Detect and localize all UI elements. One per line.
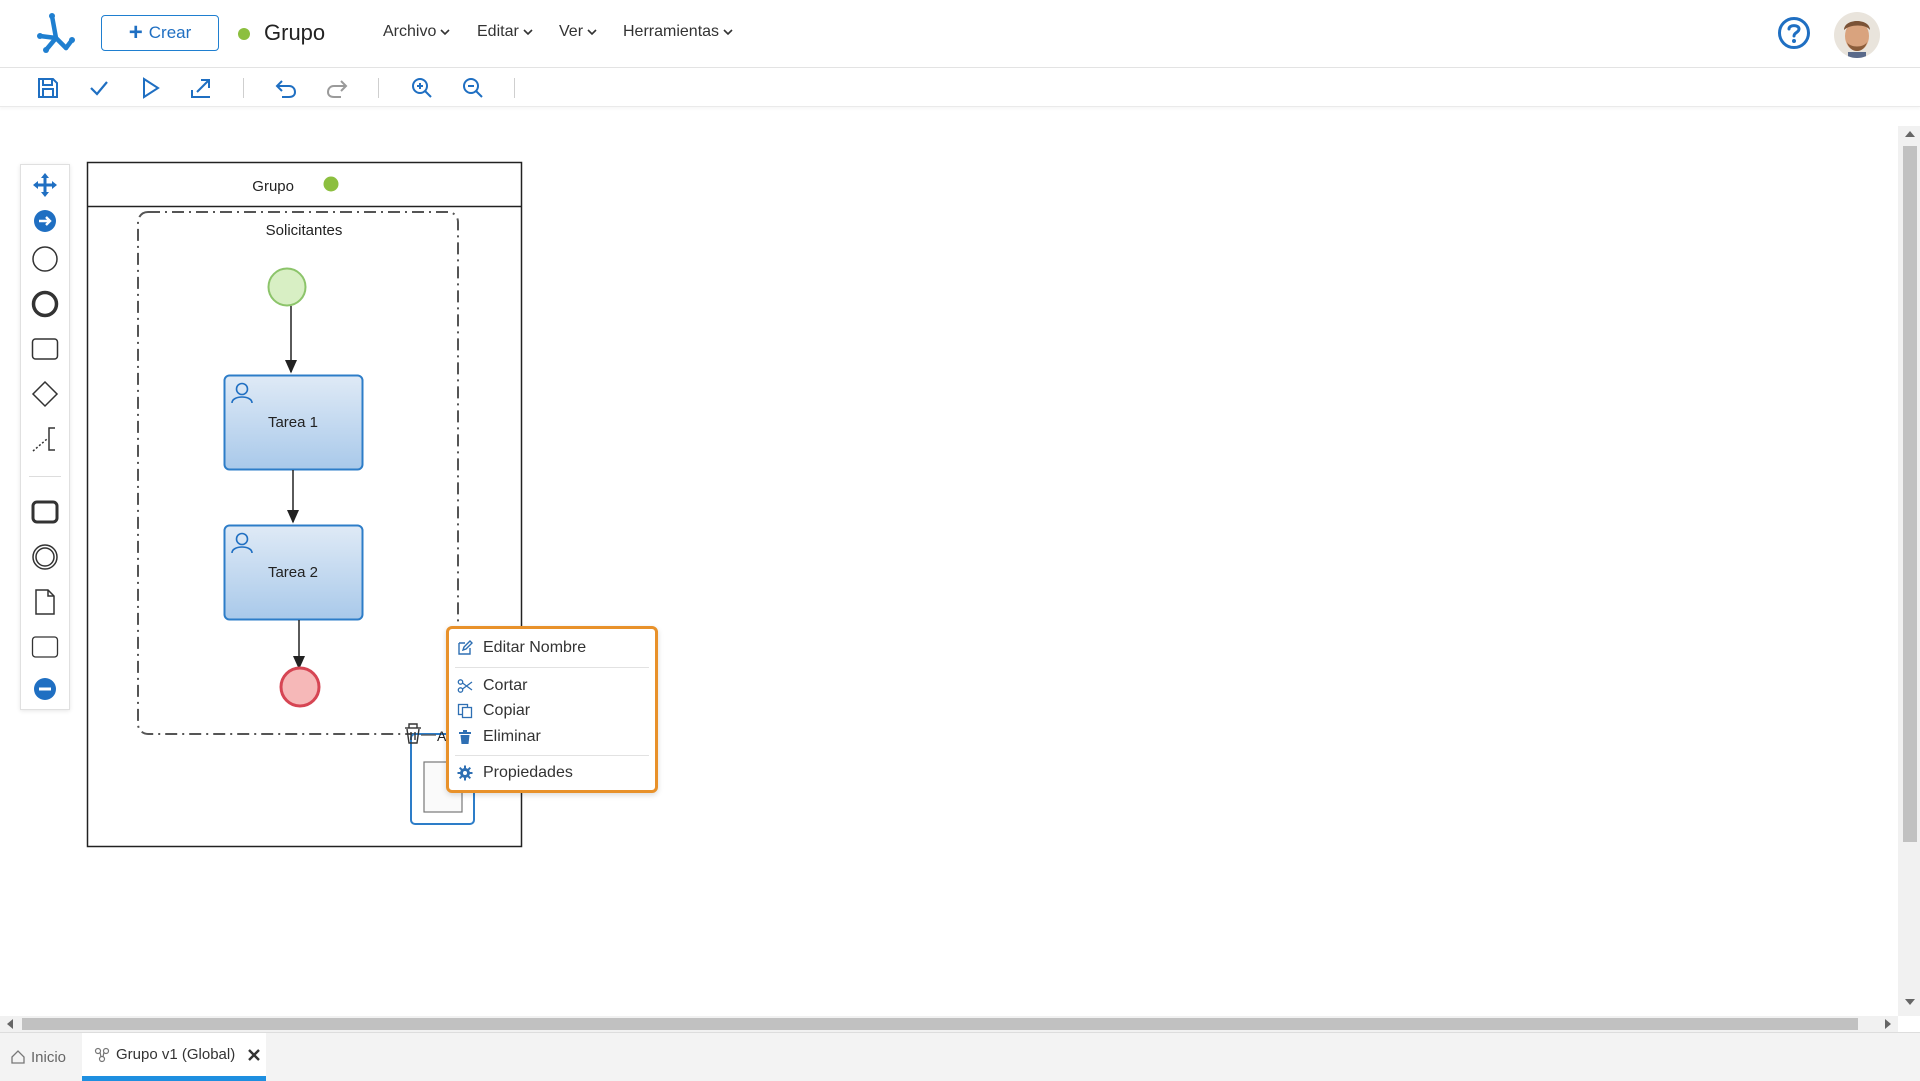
end-event[interactable] <box>279 666 321 708</box>
tab-home[interactable]: Inicio <box>10 1033 78 1081</box>
zoom-in-icon[interactable] <box>410 76 434 100</box>
copy-icon <box>457 703 473 719</box>
scroll-down-arrow-icon[interactable] <box>1905 999 1915 1005</box>
bottom-tab-bar: Inicio Grupo v1 (Global) <box>0 1032 1920 1081</box>
scroll-left-arrow-icon[interactable] <box>7 1019 13 1029</box>
gear-icon <box>457 765 473 781</box>
context-cut[interactable]: Cortar <box>449 674 655 698</box>
context-copy[interactable]: Copiar <box>449 699 655 723</box>
pool-status-dot <box>323 176 339 192</box>
menu-ver-label: Ver <box>559 23 584 40</box>
tab-home-label: Inicio <box>31 1048 67 1066</box>
menu-editar[interactable]: Editar <box>477 23 533 41</box>
help-icon[interactable] <box>1777 16 1811 50</box>
create-button-label: Crear <box>148 23 192 42</box>
chevron-down-icon <box>440 29 450 36</box>
menu-herramientas[interactable]: Herramientas <box>623 23 733 41</box>
scroll-right-arrow-icon[interactable] <box>1885 1019 1891 1029</box>
menu-archivo[interactable]: Archivo <box>383 23 450 41</box>
start-event[interactable] <box>267 267 307 307</box>
top-header: + Crear Grupo Archivo Editar Ver Herrami… <box>0 0 1920 68</box>
menu-editar-label: Editar <box>477 23 519 40</box>
zoom-out-icon[interactable] <box>461 76 485 100</box>
context-divider <box>455 667 649 668</box>
context-properties-label: Propiedades <box>483 764 573 781</box>
context-copy-label: Copiar <box>483 702 531 719</box>
task-2-label: Tarea 2 <box>268 564 318 581</box>
chevron-down-icon <box>523 29 533 36</box>
tab-active-label: Grupo v1 (Global) <box>116 1046 236 1063</box>
edit-icon <box>458 640 473 655</box>
context-menu: Editar Nombre Cortar Copiar Eliminar Pro… <box>446 626 658 793</box>
user-avatar[interactable] <box>1834 12 1880 58</box>
toolbar-divider <box>243 78 244 98</box>
check-icon[interactable] <box>87 76 111 100</box>
app-logo-icon[interactable] <box>36 12 76 56</box>
menu-herramientas-label: Herramientas <box>623 23 720 40</box>
context-edit-name-label: Editar Nombre <box>483 639 587 656</box>
process-icon <box>94 1047 110 1062</box>
document-title: Grupo <box>264 20 326 45</box>
play-icon[interactable] <box>138 76 162 100</box>
close-icon[interactable] <box>247 1048 261 1062</box>
home-icon <box>11 1050 25 1064</box>
horizontal-scroll-thumb[interactable] <box>22 1018 1858 1030</box>
context-edit-name[interactable]: Editar Nombre <box>449 636 655 660</box>
scissors-icon <box>457 679 473 693</box>
chevron-down-icon <box>723 29 733 36</box>
toolbar-divider <box>378 78 379 98</box>
tab-active-document[interactable]: Grupo v1 (Global) <box>82 1033 266 1081</box>
scroll-up-arrow-icon[interactable] <box>1905 131 1915 137</box>
plus-icon: + <box>128 19 143 46</box>
context-delete-label: Eliminar <box>483 728 541 745</box>
vertical-scroll-thumb[interactable] <box>1903 146 1917 842</box>
pool-title: Grupo <box>252 178 294 195</box>
context-cut-label: Cortar <box>483 677 528 694</box>
diagram-canvas[interactable]: Grupo Solicitantes Tarea 1 Tarea 2 A <box>0 107 1898 1015</box>
status-indicator <box>238 28 250 40</box>
group-label: Solicitantes <box>266 222 343 239</box>
save-icon[interactable] <box>36 76 60 100</box>
menu-ver[interactable]: Ver <box>559 23 597 41</box>
redo-icon[interactable] <box>325 76 349 100</box>
context-delete[interactable]: Eliminar <box>449 725 655 749</box>
menu-archivo-label: Archivo <box>383 23 437 40</box>
context-properties[interactable]: Propiedades <box>449 761 655 785</box>
context-divider <box>455 755 649 756</box>
toolbar <box>0 68 1920 107</box>
toolbar-divider <box>514 78 515 98</box>
create-button[interactable]: + Crear <box>101 15 219 51</box>
task-1-label: Tarea 1 <box>268 414 318 431</box>
export-icon[interactable] <box>189 76 213 100</box>
trash-icon <box>459 730 471 744</box>
undo-icon[interactable] <box>274 76 298 100</box>
chevron-down-icon <box>587 29 597 36</box>
